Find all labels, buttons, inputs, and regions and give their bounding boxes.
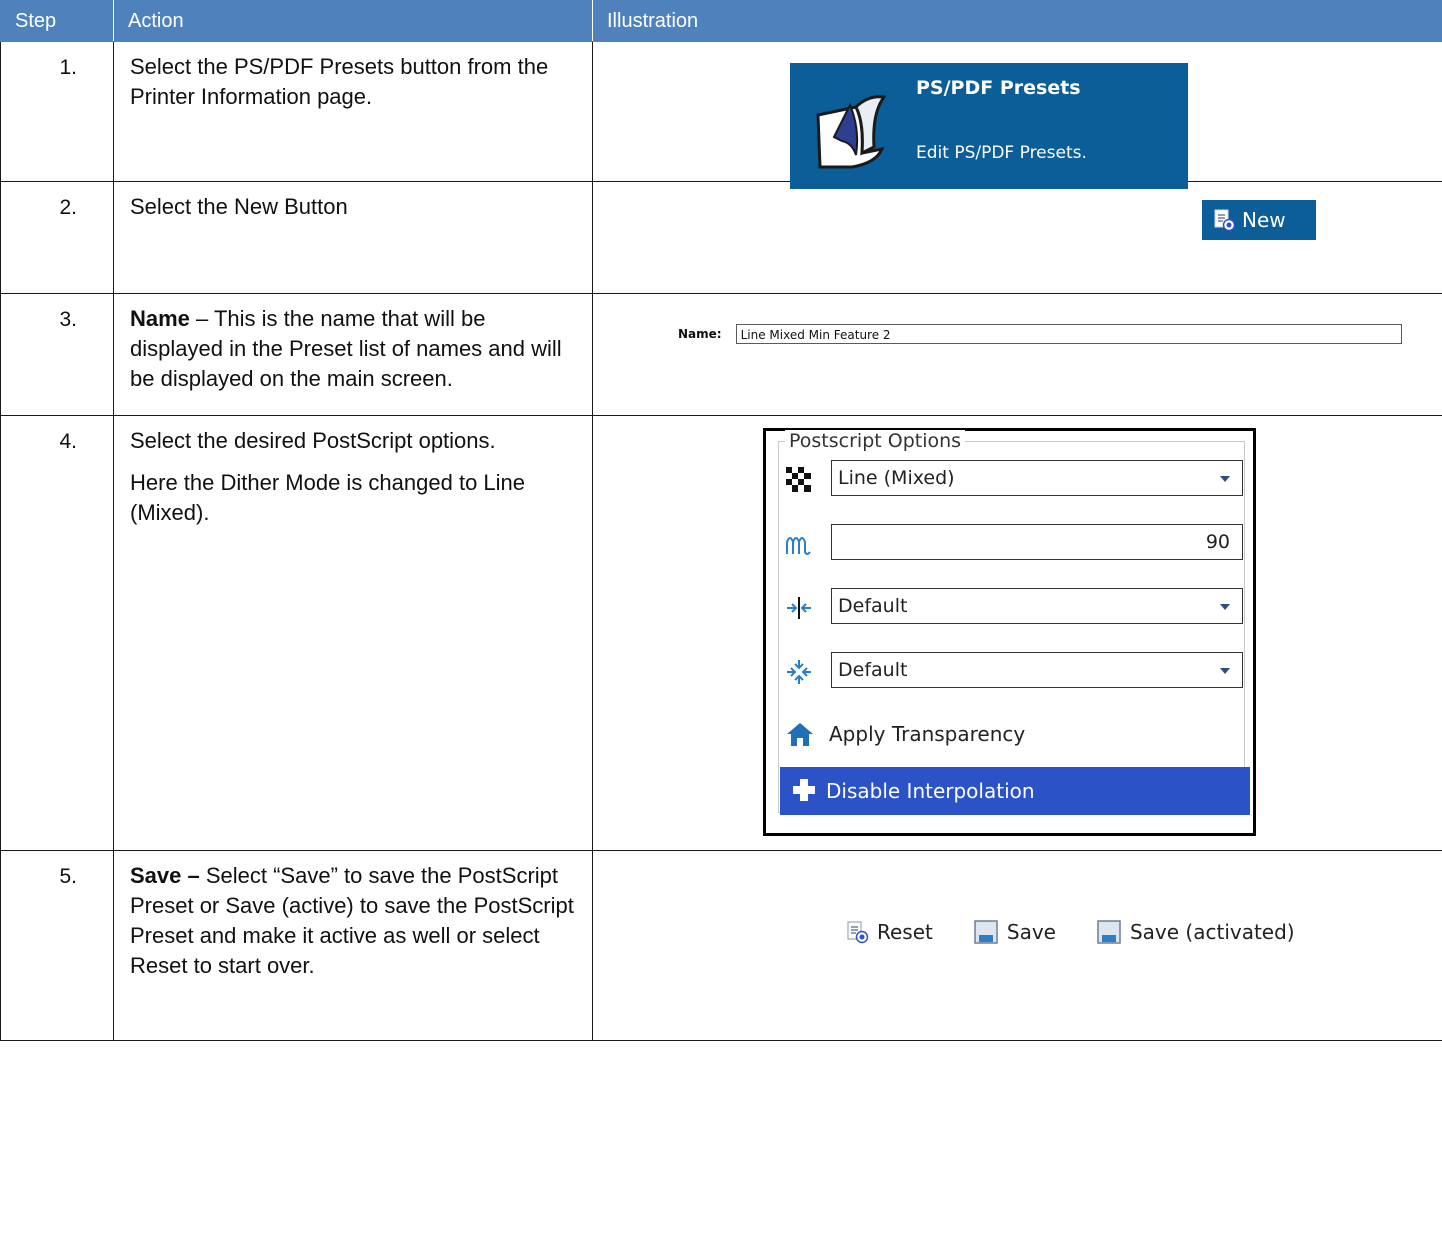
header-illustration: Illustration <box>592 0 1442 42</box>
name-field-row: Name: Line Mixed Min Feature 2 <box>678 324 1402 344</box>
step-illustration: Reset Save Save (activated) <box>592 850 1442 1041</box>
chevron-down-icon <box>1220 604 1230 610</box>
action-text: Name – This is the name that will be dis… <box>130 304 576 394</box>
ps-pdf-presets-tile[interactable]: PS/PDF Presets Edit PS/PDF Presets. <box>790 63 1188 189</box>
horizontal-compress-icon <box>787 597 811 619</box>
step-illustration: PS/PDF Presets Edit PS/PDF Presets. <box>592 41 1442 189</box>
step-action: Select the PS/PDF Presets button from th… <box>113 41 593 182</box>
document-curl-icon <box>812 93 887 173</box>
dither-mode-value: Line (Mixed) <box>838 467 955 489</box>
tile-subtitle: Edit PS/PDF Presets. <box>916 143 1087 163</box>
chevron-down-icon <box>1220 668 1230 674</box>
step-action: Select the New Button <box>113 181 593 294</box>
option4-row: Default <box>785 652 1245 690</box>
center-compress-icon <box>787 660 811 684</box>
step-illustration: Name: Line Mixed Min Feature 2 <box>592 293 1442 416</box>
dither-checker-icon <box>786 467 812 493</box>
cross-shape-icon <box>793 779 815 801</box>
action-text-2: Here the Dither Mode is changed to Line … <box>130 470 526 526</box>
frequency-input[interactable]: 90 <box>831 524 1243 560</box>
floppy-disk-icon <box>974 920 998 944</box>
option3-select[interactable]: Default <box>831 588 1243 624</box>
save-button[interactable]: Save <box>973 919 1056 945</box>
table-row: 1. Select the PS/PDF Presets button from… <box>0 41 1442 189</box>
action-description: – This is the name that will be displaye… <box>130 306 562 392</box>
floppy-disk-icon <box>1097 920 1121 944</box>
reset-button[interactable]: Reset <box>845 920 933 944</box>
dither-mode-row: Line (Mixed) <box>785 460 1245 498</box>
step-number: 5. <box>0 850 114 1041</box>
save-toolbar: Reset Save Save (activated) <box>845 919 1335 945</box>
step-action: Select the desired PostScript options. H… <box>113 415 593 851</box>
new-button[interactable]: New <box>1202 200 1316 240</box>
house-icon <box>787 723 813 746</box>
step-number: 2. <box>0 181 114 294</box>
instruction-table: Step Action Illustration 1. Select the P… <box>0 0 1442 1041</box>
tile-title: PS/PDF Presets <box>916 77 1081 99</box>
action-bold-label: Save – <box>130 863 200 888</box>
action-bold-label: Name <box>130 306 190 331</box>
apply-transparency-toggle[interactable]: Apply Transparency <box>785 718 1245 752</box>
save-label: Save <box>1006 920 1056 944</box>
reset-document-icon <box>847 921 869 944</box>
step-action: Name – This is the name that will be dis… <box>113 293 593 416</box>
new-document-icon <box>1214 209 1236 232</box>
postscript-options-group: Postscript Options Line (Mixed) 90 Defau… <box>778 430 1250 815</box>
action-text: Select the desired PostScript options. <box>130 428 496 453</box>
postscript-options-legend: Postscript Options <box>785 430 966 452</box>
option4-select[interactable]: Default <box>831 652 1243 688</box>
table-row: 3. Name – This is the name that will be … <box>0 293 1442 416</box>
header-row: Step Action Illustration <box>0 0 1442 42</box>
step-illustration: New <box>592 181 1442 294</box>
name-input[interactable]: Line Mixed Min Feature 2 <box>735 324 1402 344</box>
reset-label: Reset <box>877 920 933 944</box>
save-activated-button[interactable]: Save (activated) <box>1096 919 1295 945</box>
option4-value: Default <box>838 659 908 681</box>
step-illustration: Postscript Options Line (Mixed) 90 Defau… <box>592 415 1442 851</box>
disable-interpolation-label: Disable Interpolation <box>826 779 1035 803</box>
header-action: Action <box>113 0 593 42</box>
option3-value: Default <box>838 595 908 617</box>
step-action: Save – Select “Save” to save the PostScr… <box>113 850 593 1041</box>
chevron-down-icon <box>1220 476 1230 482</box>
name-label: Name: <box>678 327 722 341</box>
postscript-options-panel: Postscript Options Line (Mixed) 90 Defau… <box>763 428 1256 836</box>
table-row: 4. Select the desired PostScript options… <box>0 415 1442 851</box>
wave-icon <box>786 537 811 555</box>
apply-transparency-label: Apply Transparency <box>829 722 1026 746</box>
action-text: Select the PS/PDF Presets button from th… <box>130 54 549 110</box>
step-number: 4. <box>0 415 114 851</box>
dither-mode-select[interactable]: Line (Mixed) <box>831 460 1243 496</box>
table-row: 2. Select the New Button New <box>0 181 1442 294</box>
frequency-row: 90 <box>785 524 1245 562</box>
action-text: Save – Select “Save” to save the PostScr… <box>130 861 576 982</box>
step-number: 1. <box>0 41 114 182</box>
step-number: 3. <box>0 293 114 416</box>
table-row: 5. Save – Select “Save” to save the Post… <box>0 850 1442 1041</box>
save-activated-label: Save (activated) <box>1129 920 1295 944</box>
header-step: Step <box>0 0 114 42</box>
new-button-label: New <box>1242 208 1286 232</box>
option3-row: Default <box>785 588 1245 626</box>
action-text: Select the New Button <box>130 194 348 219</box>
disable-interpolation-toggle[interactable]: Disable Interpolation <box>780 767 1250 815</box>
